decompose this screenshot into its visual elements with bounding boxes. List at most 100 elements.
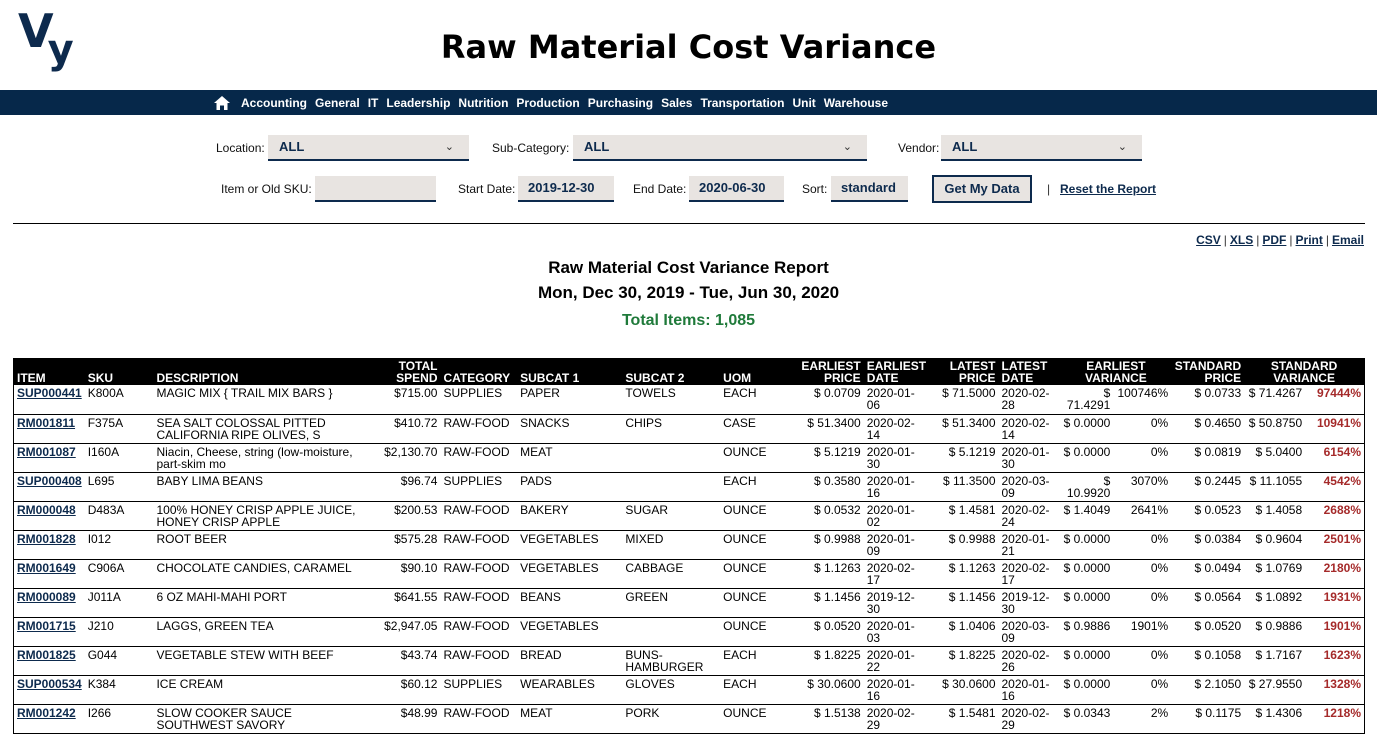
latest-price-cell: $ 51.3400 xyxy=(929,414,999,444)
nav-item-warehouse[interactable]: Warehouse xyxy=(824,96,888,110)
nav-item-leadership[interactable]: Leadership xyxy=(386,96,450,110)
standard-variance-percent-cell: 1901% xyxy=(1305,617,1365,647)
sort-label: Sort: xyxy=(802,182,828,196)
export-pdf-link[interactable]: PDF xyxy=(1262,233,1286,247)
item-link[interactable]: RM000048 xyxy=(17,503,76,517)
col-header-latest-date[interactable]: LATEST DATE xyxy=(998,358,1061,385)
subcat2-cell xyxy=(622,472,721,502)
standard-variance-amount-cell: $ 5.0400 xyxy=(1244,443,1306,473)
item-link[interactable]: RM000089 xyxy=(17,590,76,604)
table-row: SUP000534 K384 ICE CREAM $60.12 SUPPLIES WEAR… xyxy=(13,675,1365,705)
subcat2-cell: TOWELS xyxy=(622,385,721,415)
nav-item-it[interactable]: IT xyxy=(368,96,379,110)
export-xls-link[interactable]: XLS xyxy=(1230,233,1253,247)
earliest-variance-amount-cell: $ 0.9886 xyxy=(1060,617,1114,647)
item-link[interactable]: RM001811 xyxy=(17,416,75,430)
uom-cell: OUNCE xyxy=(720,588,794,618)
export-csv-link[interactable]: CSV xyxy=(1196,233,1221,247)
subcategory-select[interactable]: ALL ⌄ xyxy=(573,135,867,161)
item-link[interactable]: SUP000534 xyxy=(17,677,82,691)
sku-cell: J011A xyxy=(84,588,154,618)
item-link[interactable]: RM001715 xyxy=(17,619,76,633)
item-cell: RM001825 xyxy=(13,646,85,676)
nav-item-accounting[interactable]: Accounting xyxy=(241,96,307,110)
standard-variance-amount-cell: $ 0.9604 xyxy=(1244,530,1306,560)
latest-date-cell: 2020-02-14 xyxy=(998,414,1061,444)
col-header-uom[interactable]: UOM xyxy=(720,358,794,385)
earliest-variance-percent-cell: 2% xyxy=(1113,704,1172,734)
sku-cell: C906A xyxy=(84,559,154,589)
vendor-select[interactable]: ALL ⌄ xyxy=(941,135,1142,161)
earliest-variance-amount-cell: $ 0.0000 xyxy=(1060,443,1114,473)
standard-variance-percent-cell: 2501% xyxy=(1305,530,1365,560)
col-header-earliest-price[interactable]: EARLIEST PRICE xyxy=(793,358,864,385)
col-header-category[interactable]: CATEGORY xyxy=(440,358,518,385)
col-header-total-spend[interactable]: TOTAL SPEND xyxy=(374,358,441,385)
total-spend-cell: $410.72 xyxy=(374,414,441,444)
home-icon[interactable] xyxy=(214,95,230,110)
description-cell: Niacin, Cheese, string (low-moisture, pa… xyxy=(153,443,375,473)
sku-cell: K384 xyxy=(84,675,154,705)
page-header: Vy Raw Material Cost Variance xyxy=(0,0,1377,90)
print-link[interactable]: Print xyxy=(1296,233,1323,247)
category-cell: RAW-FOOD xyxy=(440,588,518,618)
col-header-subcat2[interactable]: SUBCAT 2 xyxy=(622,358,721,385)
item-link[interactable]: SUP000408 xyxy=(17,474,82,488)
col-header-standard-variance[interactable]: STANDARD VARIANCE xyxy=(1244,358,1365,385)
report-title: Raw Material Cost Variance Report xyxy=(548,258,829,277)
item-link[interactable]: RM001649 xyxy=(17,561,76,575)
col-header-item[interactable]: ITEM xyxy=(13,358,85,385)
nav-item-general[interactable]: General xyxy=(315,96,360,110)
nav-item-nutrition[interactable]: Nutrition xyxy=(458,96,508,110)
earliest-date-cell: 2020-01-02 xyxy=(863,501,930,531)
col-header-latest-price[interactable]: LATEST PRICE xyxy=(929,358,999,385)
separator: | xyxy=(1223,233,1227,247)
start-date-input[interactable]: 2019-12-30 xyxy=(518,176,614,202)
reset-report-link[interactable]: Reset the Report xyxy=(1060,182,1156,196)
end-date-input[interactable]: 2020-06-30 xyxy=(689,176,784,202)
earliest-variance-percent-cell: 3070% xyxy=(1113,472,1172,502)
sort-select[interactable]: standard xyxy=(831,176,908,202)
item-link[interactable]: RM001087 xyxy=(17,445,76,459)
item-link[interactable]: RM001242 xyxy=(17,706,76,720)
earliest-variance-amount-cell: $ 0.0000 xyxy=(1060,530,1114,560)
table-row: RM001087 I160A Niacin, Cheese, string (low… xyxy=(13,443,1365,473)
item-sku-input[interactable] xyxy=(315,176,436,202)
export-links: CSV | XLS | PDF | Print | Email xyxy=(1196,233,1364,247)
earliest-variance-percent-cell: 0% xyxy=(1113,414,1172,444)
earliest-date-cell: 2019-12-30 xyxy=(863,588,930,618)
earliest-price-cell: $ 0.0532 xyxy=(793,501,864,531)
item-link[interactable]: SUP000441 xyxy=(17,386,82,400)
col-header-standard-price[interactable]: STANDARD PRICE xyxy=(1171,358,1245,385)
standard-variance-percent-cell: 1931% xyxy=(1305,588,1365,618)
earliest-price-cell: $ 0.3580 xyxy=(793,472,864,502)
latest-price-cell: $ 1.1456 xyxy=(929,588,999,618)
standard-variance-amount-cell: $ 1.0769 xyxy=(1244,559,1306,589)
subcat2-cell: PORK xyxy=(622,704,721,734)
sku-cell: J210 xyxy=(84,617,154,647)
subcat1-cell: PAPER xyxy=(517,385,623,415)
sku-cell: K800A xyxy=(84,385,154,415)
nav-item-sales[interactable]: Sales xyxy=(661,96,692,110)
nav-item-unit[interactable]: Unit xyxy=(792,96,815,110)
nav-item-transportation[interactable]: Transportation xyxy=(700,96,784,110)
email-link[interactable]: Email xyxy=(1332,233,1364,247)
standard-price-cell: $ 0.0564 xyxy=(1171,588,1245,618)
col-header-earliest-date[interactable]: EARLIEST DATE xyxy=(863,358,930,385)
latest-date-cell: 2020-01-30 xyxy=(998,443,1061,473)
category-cell: RAW-FOOD xyxy=(440,704,518,734)
nav-item-purchasing[interactable]: Purchasing xyxy=(588,96,653,110)
get-my-data-button[interactable]: Get My Data xyxy=(932,175,1032,203)
item-link[interactable]: RM001828 xyxy=(17,532,76,546)
sku-cell: L695 xyxy=(84,472,154,502)
location-select[interactable]: ALL ⌄ xyxy=(268,135,469,161)
col-header-description[interactable]: DESCRIPTION xyxy=(153,358,375,385)
nav-item-production[interactable]: Production xyxy=(516,96,579,110)
item-link[interactable]: RM001825 xyxy=(17,648,76,662)
latest-price-cell: $ 11.3500 xyxy=(929,472,999,502)
category-cell: RAW-FOOD xyxy=(440,443,518,473)
subcat2-cell: GREEN xyxy=(622,588,721,618)
col-header-sku[interactable]: SKU xyxy=(84,358,154,385)
col-header-subcat1[interactable]: SUBCAT 1 xyxy=(517,358,623,385)
col-header-earliest-variance[interactable]: EARLIEST VARIANCE xyxy=(1060,358,1172,385)
